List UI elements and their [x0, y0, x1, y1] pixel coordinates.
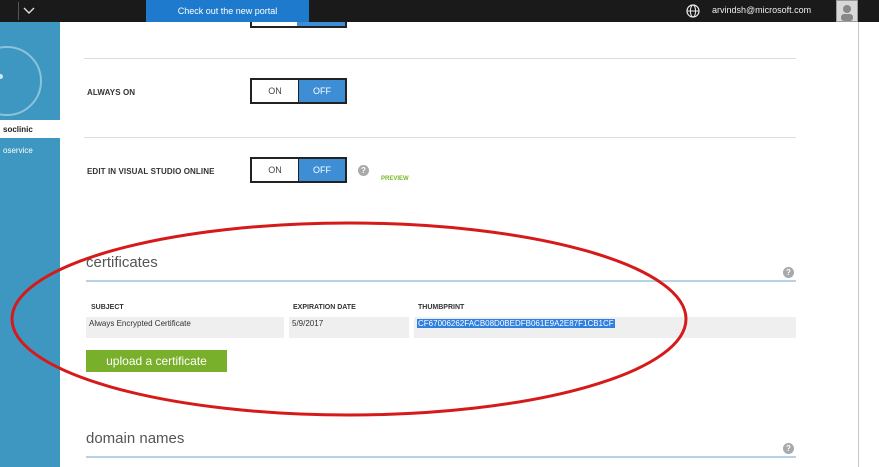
chevron-down-icon[interactable]	[18, 2, 39, 20]
help-icon[interactable]: ?	[783, 267, 794, 278]
cell-thumbprint: CF67006262FACB08D0BEDFB061E9A2E87F1CB1CF	[414, 317, 796, 338]
always-on-label: ALWAYS ON	[87, 88, 136, 97]
divider	[84, 58, 796, 59]
domain-names-title: domain names	[86, 430, 185, 447]
help-icon[interactable]: ?	[783, 443, 794, 454]
divider	[84, 137, 796, 138]
edit-vso-off-option[interactable]: OFF	[298, 159, 345, 181]
section-underline	[86, 280, 796, 282]
thumbprint-value[interactable]: CF67006262FACB08D0BEDFB061E9A2E87F1CB1CF	[417, 319, 615, 328]
new-portal-button[interactable]: Check out the new portal	[146, 0, 309, 22]
edit-vso-label: EDIT IN VISUAL STUDIO ONLINE	[87, 167, 215, 176]
always-on-off-option[interactable]: OFF	[298, 80, 345, 102]
site-logo-circle	[0, 46, 42, 116]
annotation-ellipse	[10, 221, 688, 417]
edit-vso-toggle[interactable]: ON OFF	[250, 157, 347, 183]
help-icon[interactable]: ?	[358, 165, 369, 176]
certificates-title: certificates	[86, 254, 158, 271]
user-email[interactable]: arvindsh@microsoft.com	[712, 5, 811, 15]
upload-certificate-button[interactable]: upload a certificate	[86, 350, 227, 372]
toggle-partial[interactable]	[250, 22, 347, 28]
avatar[interactable]	[836, 0, 858, 22]
cell-subject: Always Encrypted Certificate	[86, 317, 284, 338]
column-header-expiration: EXPIRATION DATE	[293, 304, 356, 311]
always-on-on-option[interactable]: ON	[252, 80, 298, 102]
globe-icon[interactable]	[686, 4, 700, 18]
preview-badge: PREVIEW	[381, 176, 409, 182]
cell-expiration: 5/9/2017	[289, 317, 409, 338]
left-sidebar: soclinic oservice	[0, 22, 60, 467]
scrollbar[interactable]	[858, 22, 859, 467]
sidebar-item[interactable]: oservice	[0, 146, 60, 160]
column-header-subject: SUBJECT	[91, 304, 124, 311]
sidebar-item-active[interactable]: soclinic	[0, 120, 60, 138]
always-on-toggle[interactable]: ON OFF	[250, 78, 347, 104]
edit-vso-on-option[interactable]: ON	[252, 159, 298, 181]
top-bar: Check out the new portal arvindsh@micros…	[0, 0, 879, 22]
column-header-thumbprint: THUMBPRINT	[418, 304, 465, 311]
section-underline	[86, 456, 796, 458]
